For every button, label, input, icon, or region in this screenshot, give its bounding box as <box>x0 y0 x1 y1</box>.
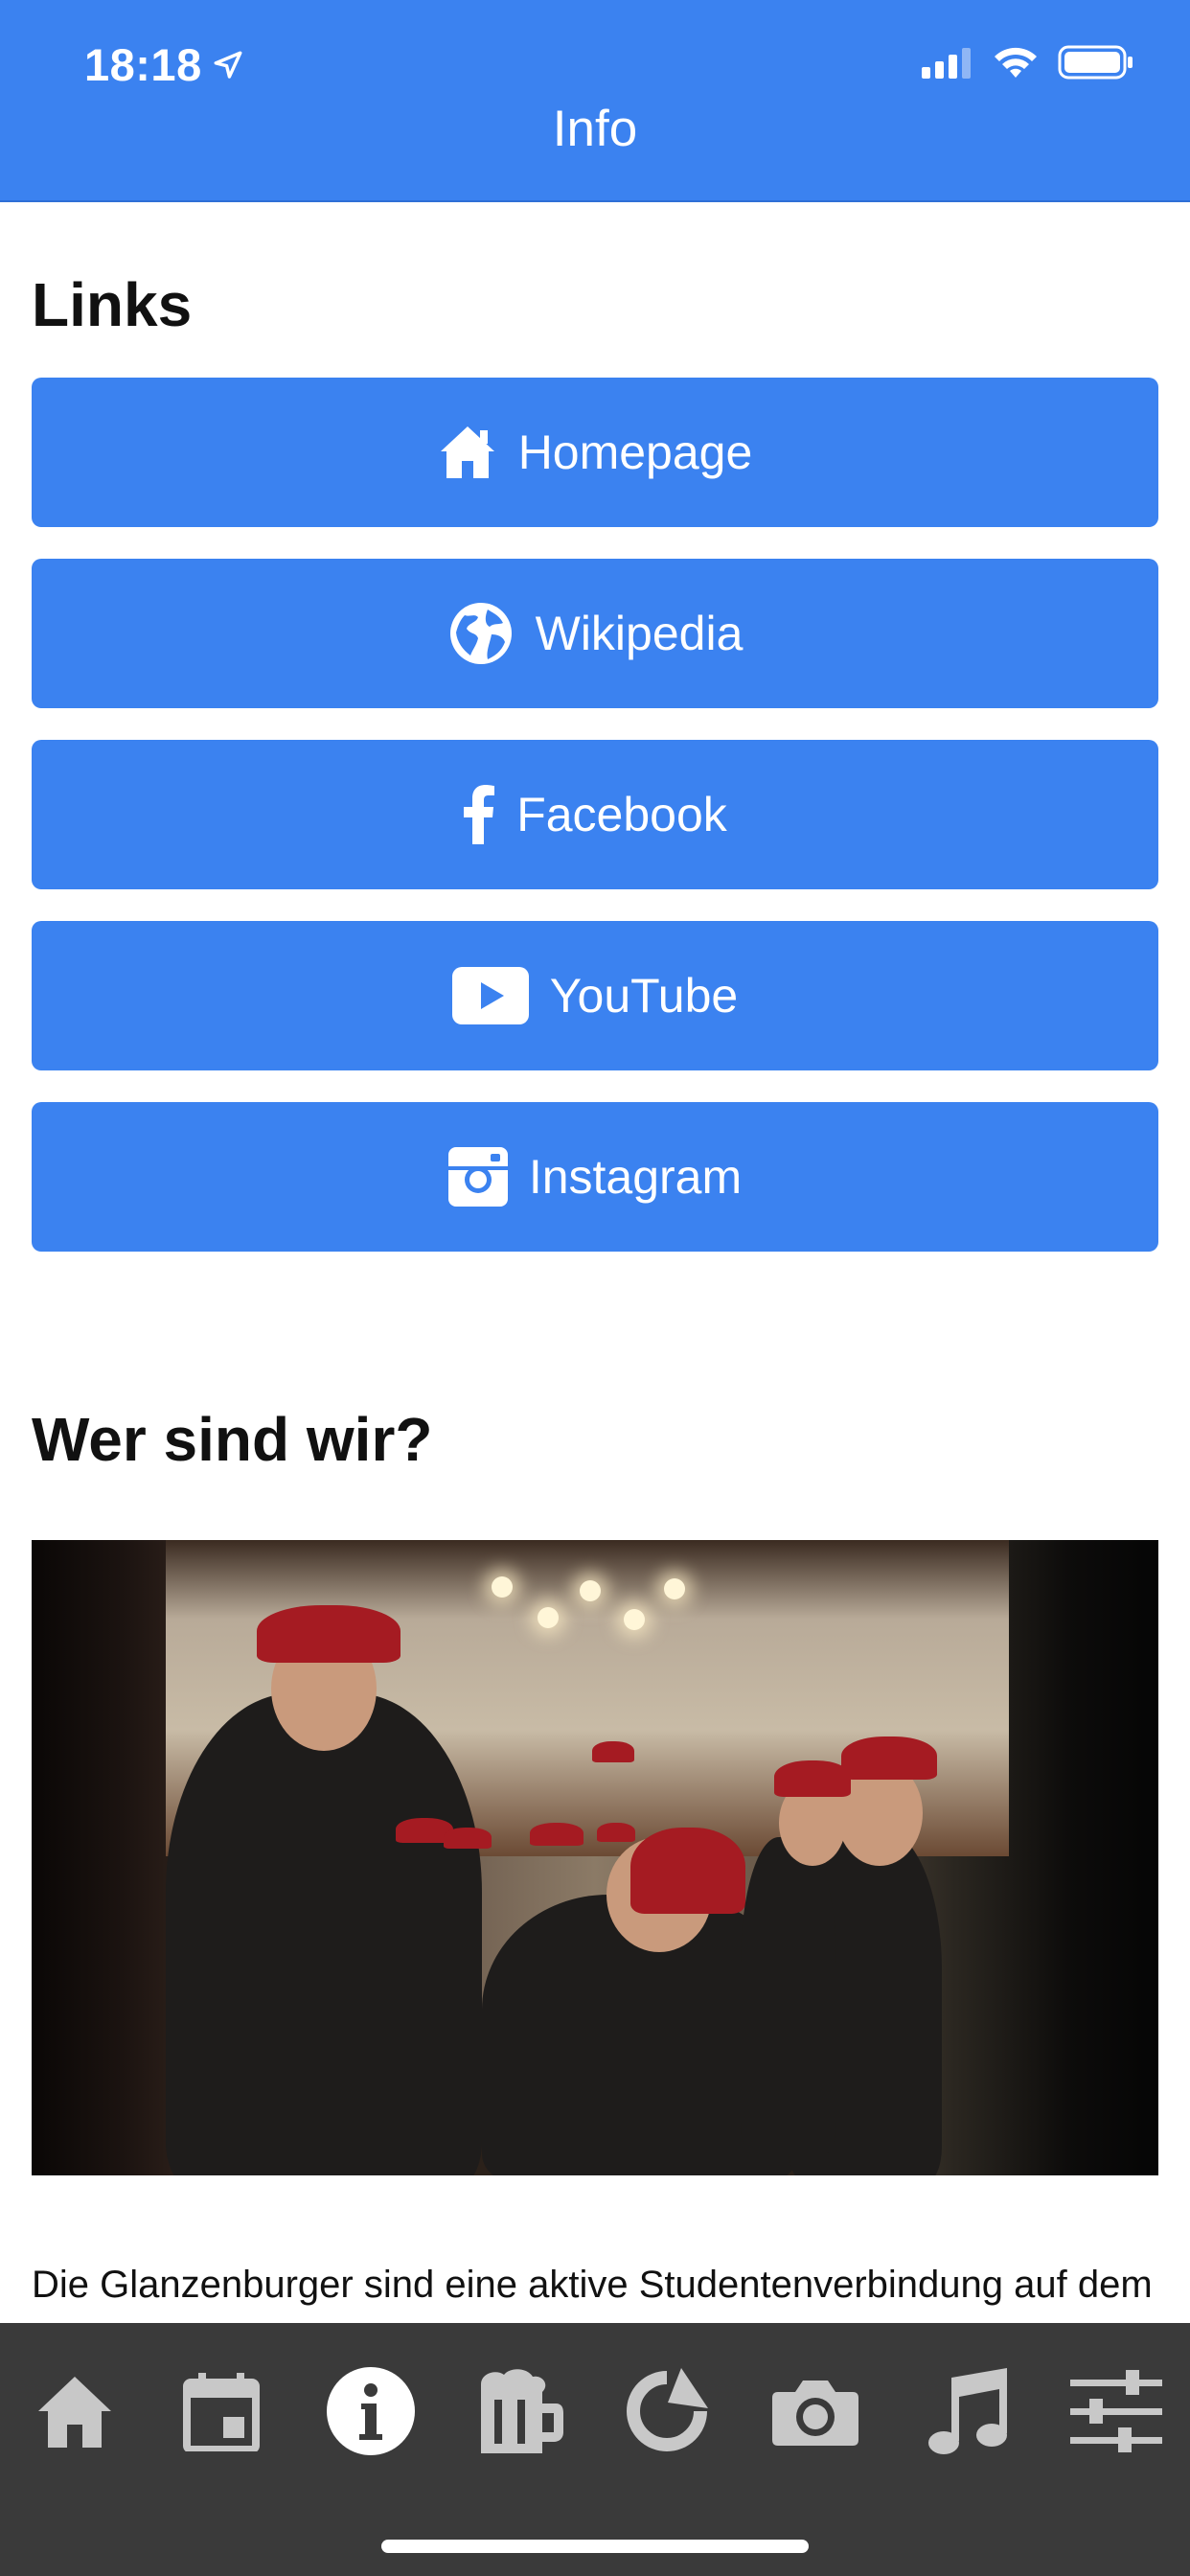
tab-music[interactable] <box>922 2365 1014 2457</box>
music-note-icon <box>928 2368 1007 2454</box>
location-arrow-icon <box>214 51 242 79</box>
home-indicator[interactable] <box>381 2540 809 2553</box>
status-icons <box>922 44 1134 80</box>
tab-settings[interactable] <box>1070 2365 1162 2457</box>
links-heading: Links <box>32 270 193 339</box>
header: 18:18 Info <box>0 0 1190 202</box>
youtube-icon <box>451 967 529 1024</box>
camera-icon <box>772 2380 858 2446</box>
facebook-icon <box>464 785 495 844</box>
home-icon <box>38 2377 111 2448</box>
wikipedia-label: Wikipedia <box>535 607 744 660</box>
facebook-button[interactable]: Facebook <box>32 740 1158 889</box>
wifi-icon <box>995 47 1037 78</box>
youtube-button[interactable]: YouTube <box>32 921 1158 1070</box>
info-icon <box>327 2367 415 2455</box>
home-icon <box>440 426 494 478</box>
homepage-label: Homepage <box>517 426 753 479</box>
sliders-icon <box>1070 2370 1162 2452</box>
youtube-label: YouTube <box>549 969 739 1023</box>
page-title: Info <box>552 101 638 157</box>
tab-beer[interactable] <box>473 2365 565 2457</box>
refresh-icon <box>627 2368 708 2451</box>
tab-camera[interactable] <box>769 2365 861 2457</box>
instagram-label: Instagram <box>528 1150 743 1204</box>
instagram-button[interactable]: Instagram <box>32 1102 1158 1252</box>
globe-icon <box>449 603 512 664</box>
tab-home[interactable] <box>29 2365 121 2457</box>
facebook-label: Facebook <box>516 788 727 841</box>
status-time: 18:18 <box>84 38 244 91</box>
status-time-text: 18:18 <box>84 39 202 90</box>
wikipedia-button[interactable]: Wikipedia <box>32 559 1158 708</box>
tab-refresh[interactable] <box>621 2365 713 2457</box>
homepage-button[interactable]: Homepage <box>32 378 1158 527</box>
battery-icon <box>1058 45 1133 80</box>
group-photo <box>32 1540 1158 2175</box>
tab-calendar[interactable] <box>175 2365 267 2457</box>
instagram-icon <box>447 1147 508 1207</box>
calendar-icon <box>183 2373 260 2451</box>
tab-info[interactable] <box>325 2365 417 2457</box>
screen: 18:18 Info Links Homepage Wikipedia Face… <box>0 0 1190 2576</box>
cellular-signal-icon <box>922 48 971 79</box>
beer-mug-icon <box>481 2369 563 2453</box>
tab-bar <box>0 2323 1190 2576</box>
about-heading: Wer sind wir? <box>32 1405 433 1474</box>
